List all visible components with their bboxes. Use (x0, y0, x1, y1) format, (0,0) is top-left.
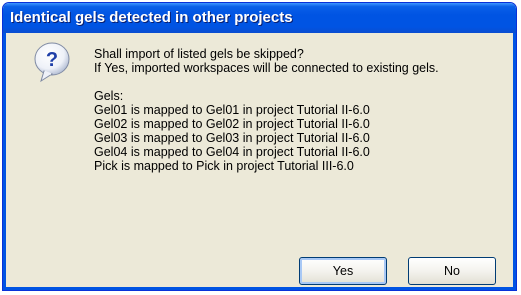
window-frame-right (513, 33, 516, 290)
window-frame-bottom (3, 287, 516, 290)
gel-mapping-line: Gel01 is mapped to Gel01 in project Tuto… (94, 103, 370, 117)
question-mark-glyph: ? (46, 49, 58, 71)
question-icon: ? (34, 42, 70, 83)
gel-mapping-line: Pick is mapped to Pick in project Tutori… (94, 159, 354, 173)
gel-mapping-line: Gel02 is mapped to Gel02 in project Tuto… (94, 117, 370, 131)
yes-button[interactable]: Yes (299, 257, 387, 285)
question-line: Shall import of listed gels be skipped? (94, 47, 304, 61)
window-title: Identical gels detected in other project… (10, 9, 293, 26)
title-bar[interactable]: Identical gels detected in other project… (3, 3, 516, 33)
gel-mapping-line: Gel04 is mapped to Gel04 in project Tuto… (94, 145, 370, 159)
dialog-body: ? Shall import of listed gels be skipped… (6, 33, 513, 287)
no-button[interactable]: No (408, 257, 496, 285)
detail-line: If Yes, imported workspaces will be conn… (94, 61, 439, 75)
gel-mapping-line: Gel03 is mapped to Gel03 in project Tuto… (94, 131, 370, 145)
dialog-window: Identical gels detected in other project… (2, 2, 517, 291)
gels-heading: Gels: (94, 89, 124, 103)
message-text: Shall import of listed gels be skipped? … (94, 47, 439, 173)
